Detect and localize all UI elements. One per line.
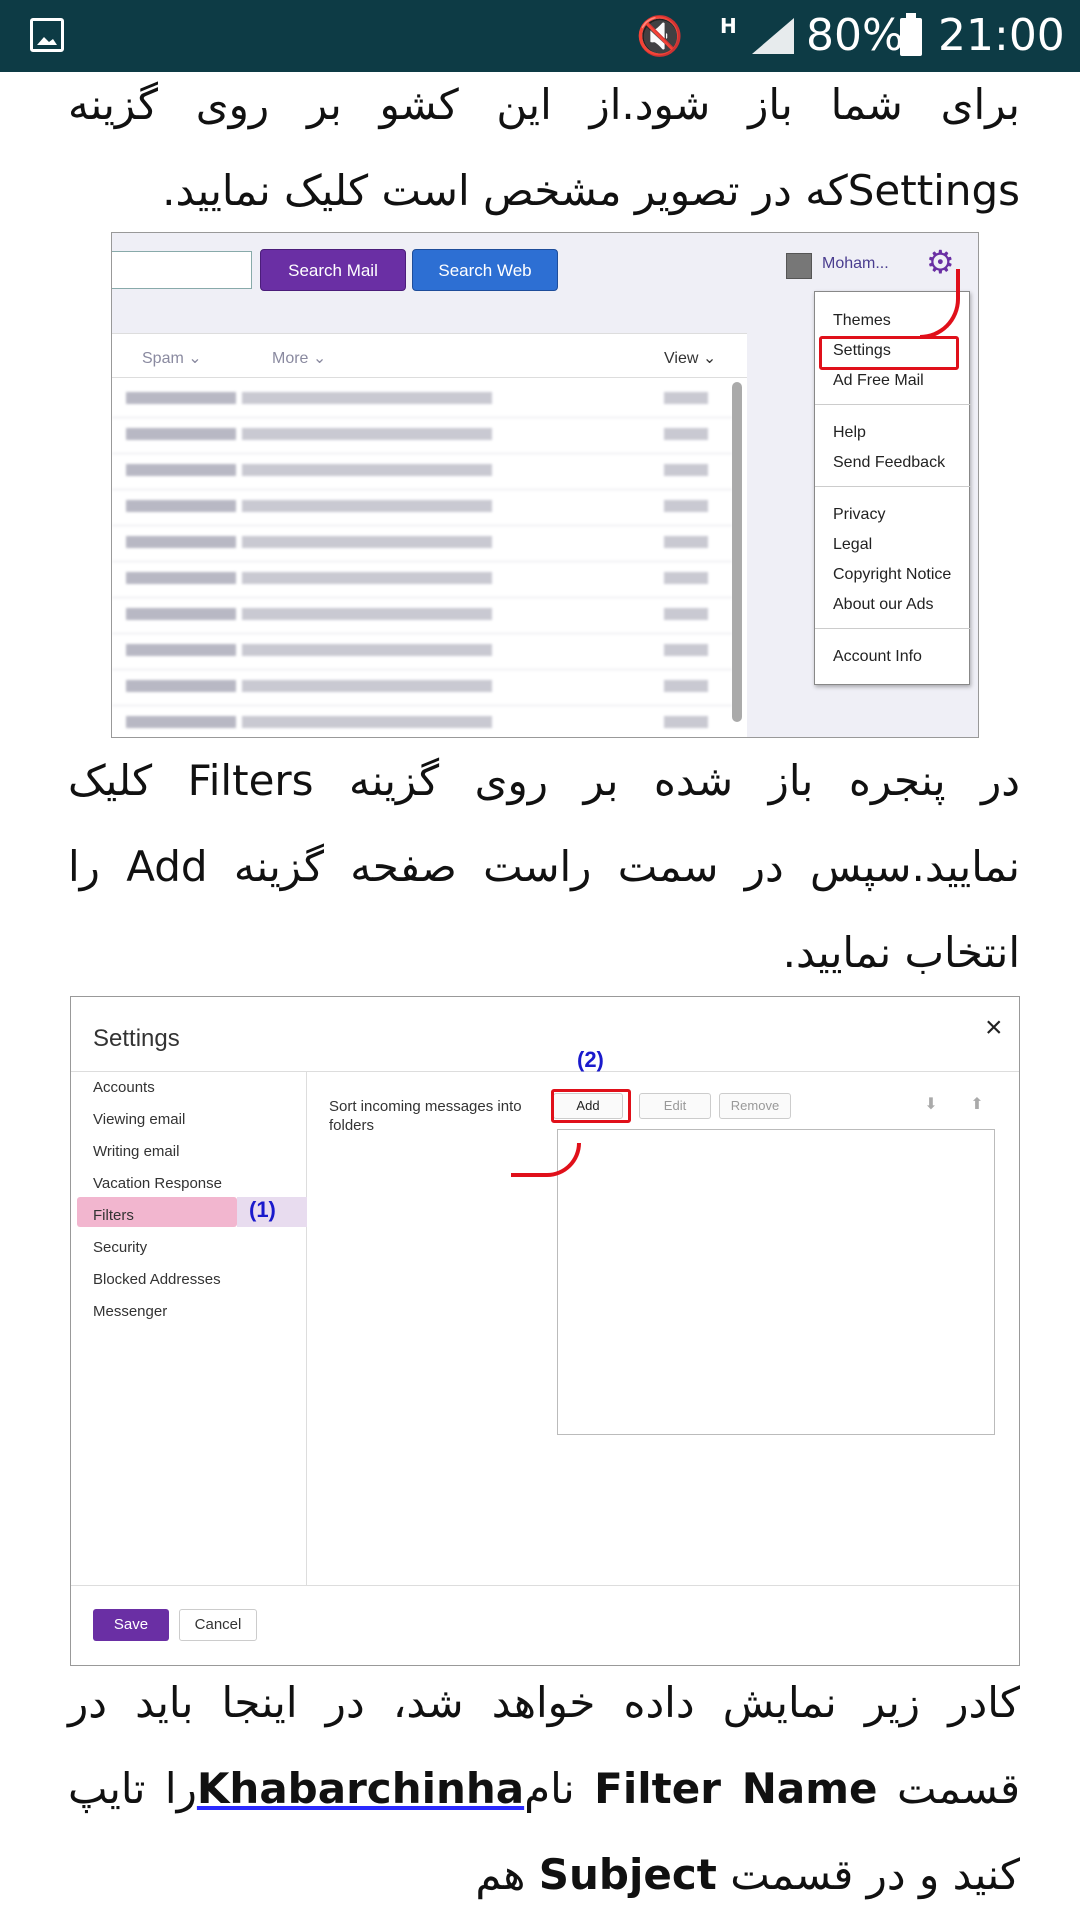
- sidebar-item-security[interactable]: Security: [93, 1239, 147, 1256]
- menu-item-themes[interactable]: Themes: [833, 312, 891, 330]
- subject-label: Subject: [538, 1850, 717, 1899]
- gallery-notification-icon: [30, 18, 64, 52]
- sidebar-item-viewing-email[interactable]: Viewing email: [93, 1111, 185, 1128]
- khabarchinha-link[interactable]: Khabarchinha: [197, 1764, 524, 1813]
- arrow-down-icon[interactable]: ⬇: [915, 1093, 947, 1119]
- add-highlight-box: [551, 1089, 631, 1123]
- dialog-title: Settings: [93, 1025, 180, 1052]
- close-icon[interactable]: ×: [985, 1011, 1003, 1045]
- list-item[interactable]: [112, 526, 732, 562]
- menu-item-account-info[interactable]: Account Info: [833, 648, 922, 666]
- settings-sidebar: Accounts Viewing email Writing email Vac…: [71, 1071, 307, 1585]
- list-item[interactable]: [112, 454, 732, 490]
- divider: [71, 1585, 1019, 1586]
- list-item[interactable]: [112, 382, 732, 418]
- list-item[interactable]: [112, 706, 732, 737]
- menu-item-about-our-ads[interactable]: About our Ads: [833, 596, 934, 614]
- paragraph-3: کادر زیر نمایش داده خواهد شد، در اینجا ب…: [68, 1660, 1020, 1918]
- sidebar-item-vacation-response[interactable]: Vacation Response: [93, 1175, 222, 1192]
- settings-dropdown-menu: Themes Settings Ad Free Mail Help Send F…: [814, 291, 971, 685]
- mail-list-toolbar: Spam ⌄ More ⌄ View ⌄: [112, 334, 747, 378]
- sidebar-item-filters[interactable]: Filters: [93, 1207, 134, 1224]
- filter-name-label: Filter Name: [594, 1764, 878, 1813]
- save-button[interactable]: Save: [93, 1609, 169, 1641]
- arrow-up-icon[interactable]: ⬆: [961, 1093, 993, 1119]
- list-item[interactable]: [112, 562, 732, 598]
- remove-button[interactable]: Remove: [719, 1093, 791, 1119]
- avatar[interactable]: [786, 253, 812, 279]
- list-item[interactable]: [112, 598, 732, 634]
- cancel-button[interactable]: Cancel: [179, 1609, 257, 1641]
- user-name[interactable]: Moham...: [822, 255, 889, 273]
- menu-item-ad-free-mail[interactable]: Ad Free Mail: [833, 372, 924, 390]
- divider: [815, 404, 971, 405]
- list-item[interactable]: [112, 418, 732, 454]
- paragraph-3-text-4: هم: [475, 1850, 539, 1899]
- menu-item-help[interactable]: Help: [833, 424, 866, 442]
- scrollbar[interactable]: [732, 382, 742, 722]
- step-marker-2: (2): [577, 1047, 604, 1072]
- paragraph-3-text-2: نام: [524, 1764, 595, 1813]
- sidebar-item-messenger[interactable]: Messenger: [93, 1303, 167, 1320]
- sidebar-item-writing-email[interactable]: Writing email: [93, 1143, 179, 1160]
- view-button[interactable]: View ⌄: [664, 348, 716, 368]
- search-mail-button[interactable]: Search Mail: [260, 249, 406, 291]
- divider: [815, 628, 971, 629]
- sidebar-item-accounts[interactable]: Accounts: [93, 1079, 155, 1096]
- filters-list-box[interactable]: [557, 1129, 995, 1435]
- more-button[interactable]: More ⌄: [272, 348, 326, 368]
- clock: 21:00: [938, 10, 1065, 61]
- menu-item-copyright-notice[interactable]: Copyright Notice: [833, 566, 951, 584]
- list-item[interactable]: [112, 634, 732, 670]
- search-web-button[interactable]: Search Web: [412, 249, 558, 291]
- search-input[interactable]: [112, 251, 252, 289]
- edit-button[interactable]: Edit: [639, 1093, 711, 1119]
- screenshot-settings-menu: Search Mail Search Web Moham... ⚙ Spam ⌄…: [111, 232, 979, 738]
- spam-button[interactable]: Spam ⌄: [142, 348, 202, 368]
- settings-highlight-box: [819, 336, 959, 370]
- menu-item-privacy[interactable]: Privacy: [833, 506, 885, 524]
- paragraph-1: برای شما باز شود.از این کشو بر روی گزینه…: [68, 80, 1020, 215]
- mail-list: Spam ⌄ More ⌄ View ⌄: [112, 333, 747, 737]
- sidebar-item-blocked-addresses[interactable]: Blocked Addresses: [93, 1271, 221, 1288]
- menu-item-send-feedback[interactable]: Send Feedback: [833, 454, 945, 472]
- filters-description: Sort incoming messages into folders: [329, 1098, 522, 1134]
- list-item[interactable]: [112, 670, 732, 706]
- screenshot-settings-dialog: Settings × Accounts Viewing email Writin…: [70, 996, 1020, 1666]
- network-type: H: [720, 14, 737, 38]
- paragraph-2: در پنجره باز شده بر روی گزینه Filters کل…: [68, 756, 1020, 977]
- menu-item-legal[interactable]: Legal: [833, 536, 872, 554]
- battery-percent: 80%: [806, 10, 904, 61]
- battery-icon: [900, 13, 922, 56]
- list-item[interactable]: [112, 490, 732, 526]
- step-marker-1: (1): [249, 1197, 276, 1222]
- signal-icon: [752, 18, 794, 54]
- divider: [815, 486, 971, 487]
- mute-vibrate-icon: 🔇: [636, 14, 684, 58]
